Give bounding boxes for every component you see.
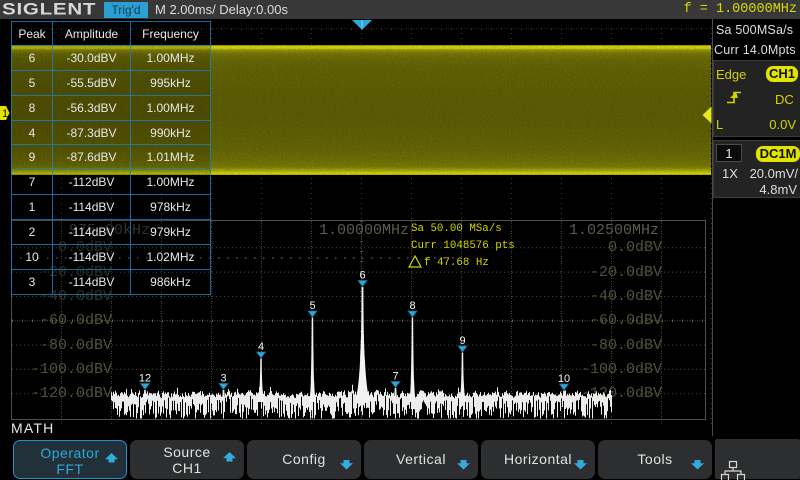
svg-text:1: 1 bbox=[2, 108, 8, 120]
